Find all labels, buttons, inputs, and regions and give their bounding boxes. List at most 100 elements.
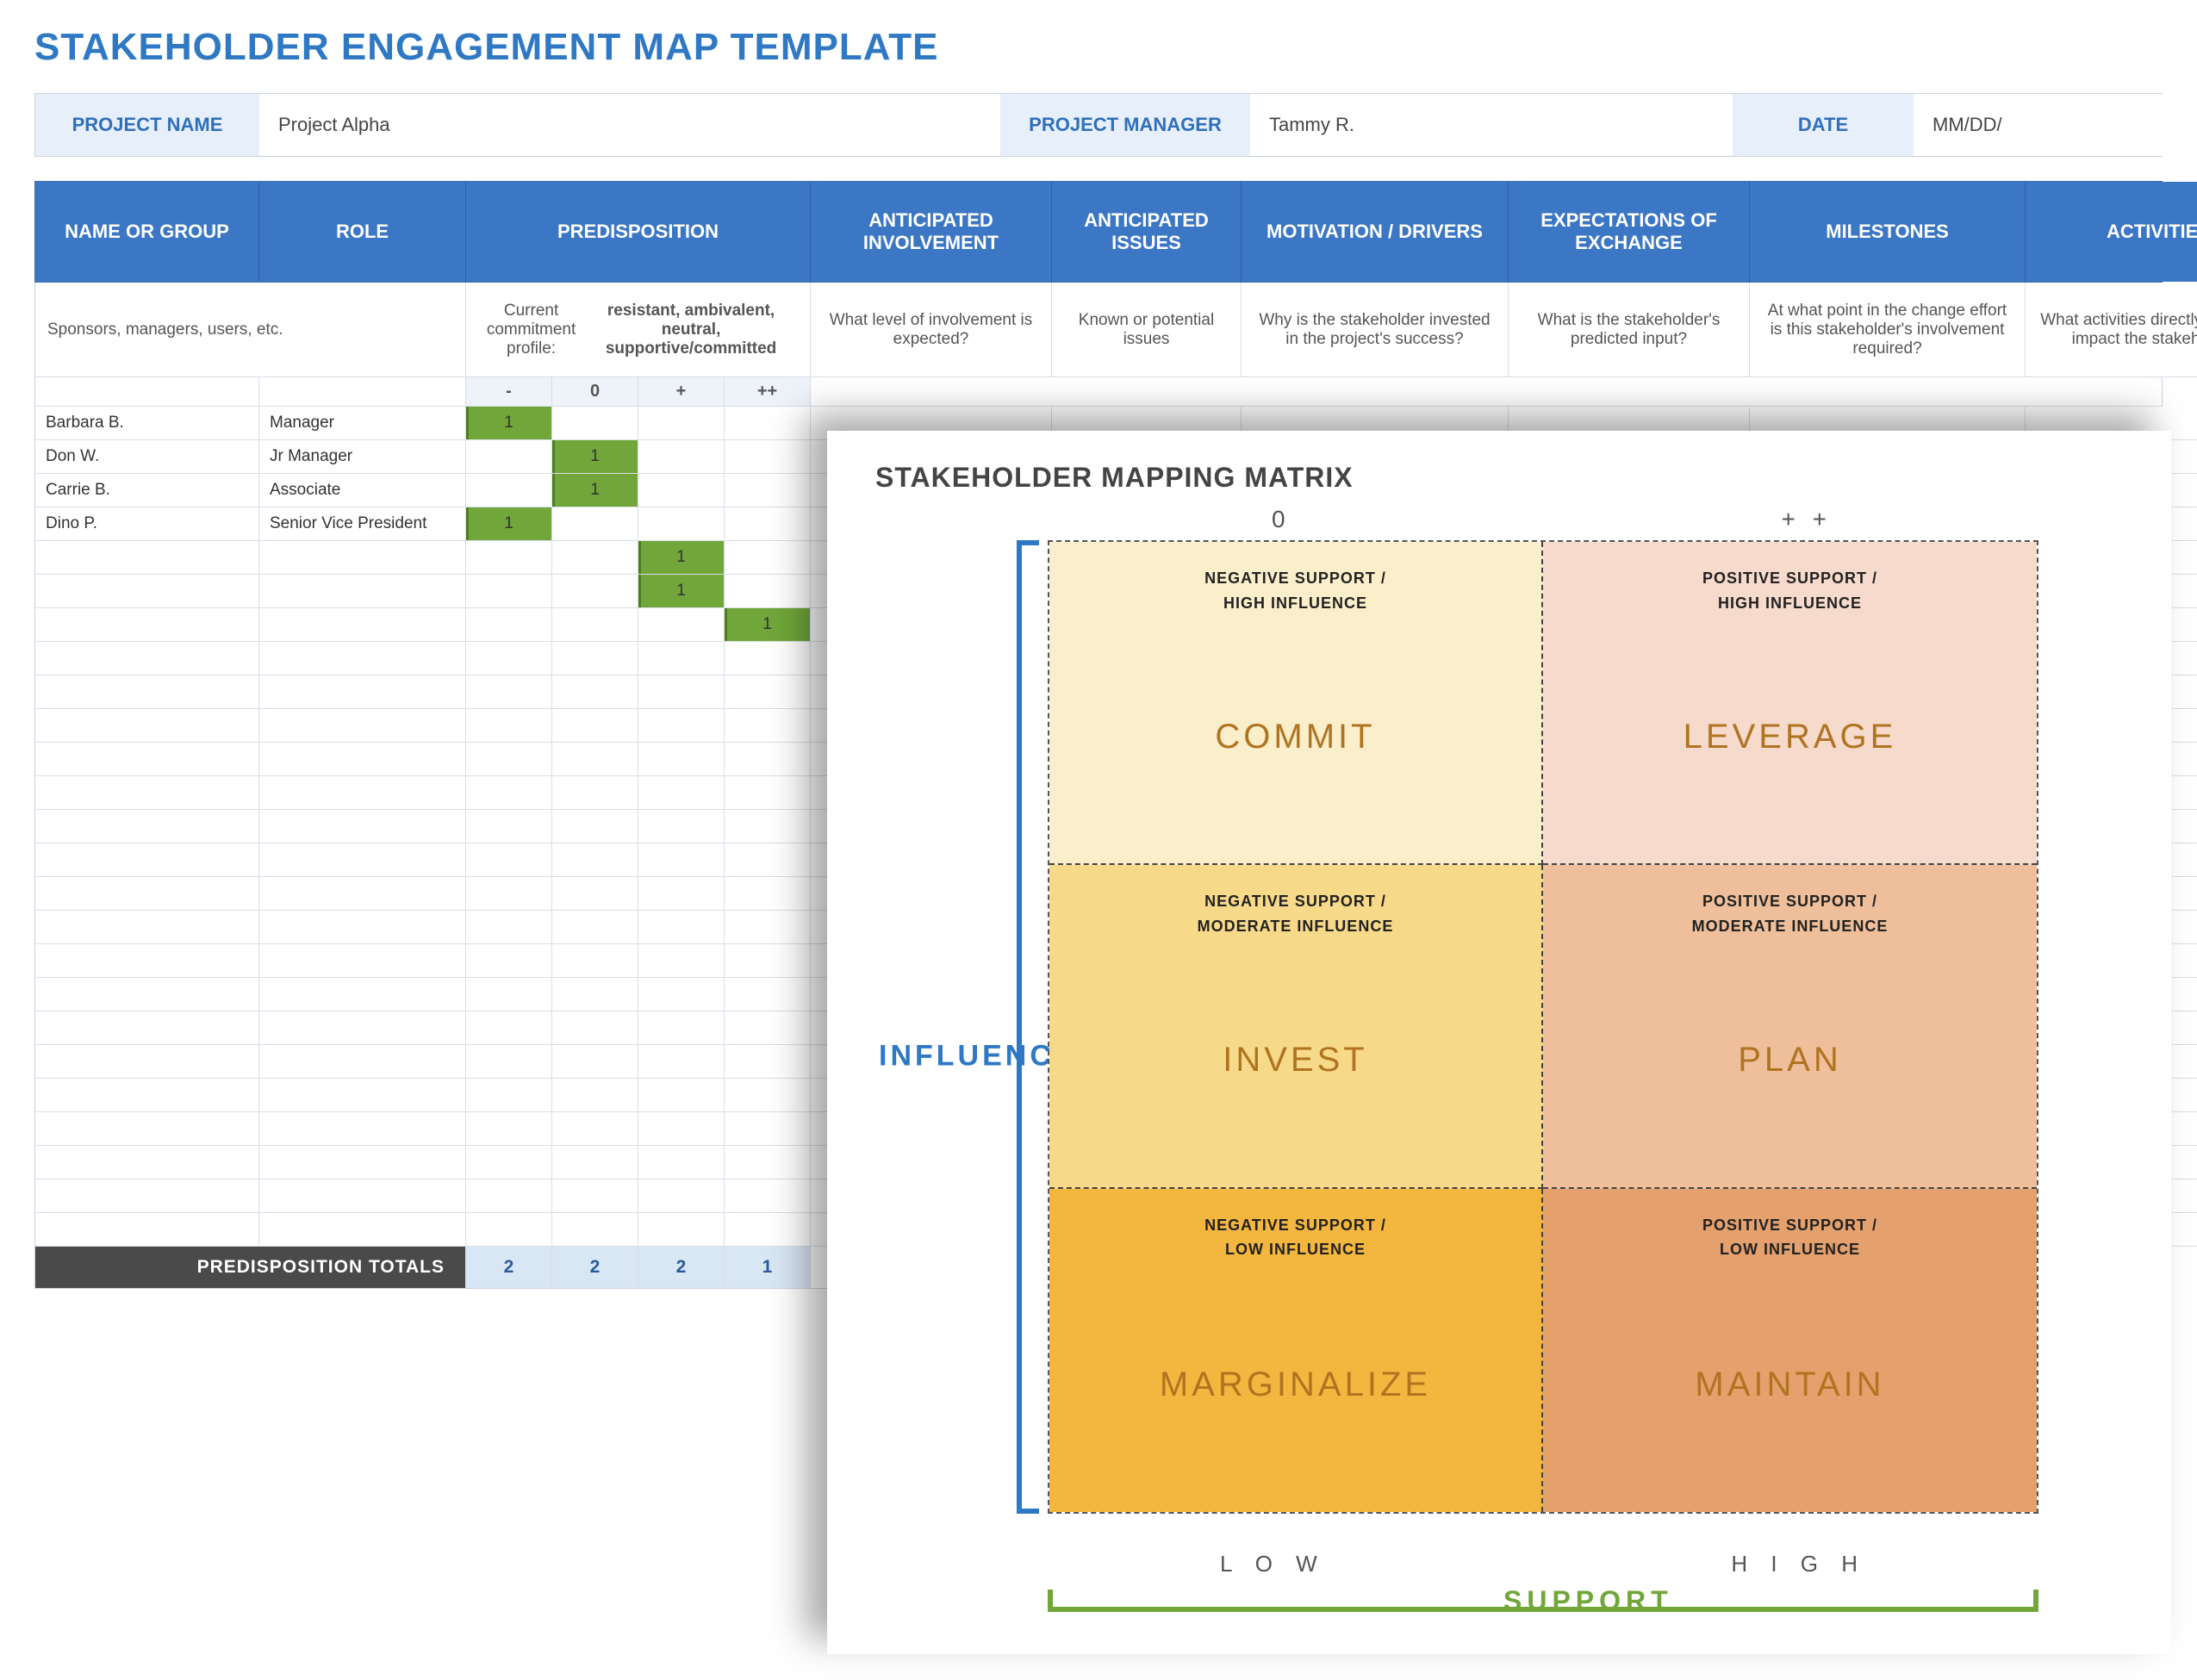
cell-role[interactable] <box>259 810 466 843</box>
cell-role[interactable] <box>259 642 466 675</box>
cell-role[interactable] <box>259 1146 466 1179</box>
cell-predisposition[interactable] <box>466 978 552 1011</box>
cell-predisposition[interactable] <box>638 810 725 843</box>
cell-predisposition[interactable] <box>552 776 638 810</box>
cell-role[interactable] <box>259 575 466 608</box>
cell-predisposition[interactable] <box>725 440 811 474</box>
cell-role[interactable]: Associate <box>259 474 466 507</box>
cell-predisposition[interactable] <box>466 541 552 575</box>
cell-predisposition[interactable] <box>552 709 638 743</box>
cell-predisposition[interactable] <box>638 608 725 642</box>
cell-predisposition[interactable] <box>552 608 638 642</box>
cell-predisposition[interactable] <box>552 810 638 843</box>
date-value[interactable]: MM/DD/ <box>1914 94 2189 156</box>
cell-predisposition[interactable] <box>725 743 811 776</box>
cell-name[interactable]: Don W. <box>35 440 259 474</box>
project-name-value[interactable]: Project Alpha <box>259 94 1000 156</box>
cell-predisposition[interactable] <box>638 978 725 1011</box>
cell-predisposition[interactable] <box>466 440 552 474</box>
cell-name[interactable] <box>35 843 259 877</box>
cell-predisposition[interactable]: 1 <box>552 440 638 474</box>
cell-predisposition[interactable] <box>552 743 638 776</box>
cell-predisposition[interactable] <box>466 743 552 776</box>
cell-predisposition[interactable] <box>638 1079 725 1112</box>
cell-name[interactable] <box>35 1213 259 1247</box>
cell-predisposition[interactable] <box>638 507 725 541</box>
cell-predisposition[interactable] <box>552 1011 638 1045</box>
cell-name[interactable] <box>35 675 259 709</box>
cell-role[interactable] <box>259 1179 466 1213</box>
cell-predisposition[interactable]: 1 <box>638 541 725 575</box>
cell-predisposition[interactable] <box>466 1011 552 1045</box>
cell-predisposition[interactable] <box>466 810 552 843</box>
cell-role[interactable]: Jr Manager <box>259 440 466 474</box>
cell-predisposition[interactable] <box>466 1179 552 1213</box>
cell-predisposition[interactable] <box>552 642 638 675</box>
cell-name[interactable] <box>35 776 259 810</box>
cell-predisposition[interactable] <box>725 709 811 743</box>
cell-role[interactable] <box>259 978 466 1011</box>
cell-predisposition[interactable]: 1 <box>638 575 725 608</box>
cell-predisposition[interactable] <box>466 911 552 944</box>
cell-predisposition[interactable] <box>466 776 552 810</box>
cell-predisposition[interactable] <box>552 1045 638 1079</box>
cell-predisposition[interactable] <box>552 843 638 877</box>
cell-predisposition[interactable] <box>552 1079 638 1112</box>
cell-predisposition[interactable] <box>725 507 811 541</box>
cell-name[interactable] <box>35 1079 259 1112</box>
cell-name[interactable] <box>35 575 259 608</box>
cell-role[interactable]: Senior Vice President <box>259 507 466 541</box>
cell-predisposition[interactable] <box>552 911 638 944</box>
cell-predisposition[interactable] <box>638 642 725 675</box>
cell-predisposition[interactable] <box>552 675 638 709</box>
cell-predisposition[interactable]: 1 <box>466 407 552 440</box>
cell-name[interactable] <box>35 608 259 642</box>
cell-predisposition[interactable] <box>638 1179 725 1213</box>
cell-predisposition[interactable] <box>638 1045 725 1079</box>
cell-name[interactable] <box>35 743 259 776</box>
cell-predisposition[interactable] <box>466 642 552 675</box>
cell-name[interactable]: Dino P. <box>35 507 259 541</box>
cell-role[interactable] <box>259 843 466 877</box>
cell-predisposition[interactable] <box>552 507 638 541</box>
cell-predisposition[interactable] <box>466 709 552 743</box>
cell-predisposition[interactable] <box>725 1146 811 1179</box>
cell-predisposition[interactable] <box>725 675 811 709</box>
project-manager-value[interactable]: Tammy R. <box>1250 94 1733 156</box>
cell-name[interactable] <box>35 877 259 911</box>
cell-predisposition[interactable] <box>725 843 811 877</box>
cell-predisposition[interactable] <box>638 1112 725 1146</box>
cell-predisposition[interactable] <box>466 1079 552 1112</box>
cell-predisposition[interactable] <box>638 1011 725 1045</box>
cell-predisposition[interactable] <box>466 474 552 507</box>
cell-predisposition[interactable] <box>725 944 811 978</box>
cell-role[interactable]: Manager <box>259 407 466 440</box>
cell-name[interactable] <box>35 911 259 944</box>
cell-predisposition[interactable] <box>725 877 811 911</box>
cell-role[interactable] <box>259 1213 466 1247</box>
cell-predisposition[interactable] <box>638 474 725 507</box>
cell-predisposition[interactable] <box>725 541 811 575</box>
cell-predisposition[interactable] <box>466 877 552 911</box>
cell-predisposition[interactable] <box>725 474 811 507</box>
cell-predisposition[interactable] <box>725 1112 811 1146</box>
cell-predisposition[interactable] <box>552 407 638 440</box>
cell-predisposition[interactable] <box>638 407 725 440</box>
cell-predisposition[interactable]: 1 <box>552 474 638 507</box>
cell-predisposition[interactable] <box>725 1179 811 1213</box>
cell-predisposition[interactable] <box>638 1146 725 1179</box>
cell-predisposition[interactable] <box>466 1045 552 1079</box>
cell-name[interactable] <box>35 1112 259 1146</box>
cell-predisposition[interactable] <box>725 1045 811 1079</box>
cell-predisposition[interactable] <box>466 1112 552 1146</box>
cell-role[interactable] <box>259 877 466 911</box>
cell-name[interactable] <box>35 810 259 843</box>
cell-predisposition[interactable] <box>466 1213 552 1247</box>
cell-predisposition[interactable] <box>552 978 638 1011</box>
cell-role[interactable] <box>259 944 466 978</box>
cell-role[interactable] <box>259 1045 466 1079</box>
cell-predisposition[interactable] <box>638 440 725 474</box>
cell-name[interactable] <box>35 541 259 575</box>
cell-predisposition[interactable]: 1 <box>466 507 552 541</box>
cell-predisposition[interactable] <box>725 776 811 810</box>
